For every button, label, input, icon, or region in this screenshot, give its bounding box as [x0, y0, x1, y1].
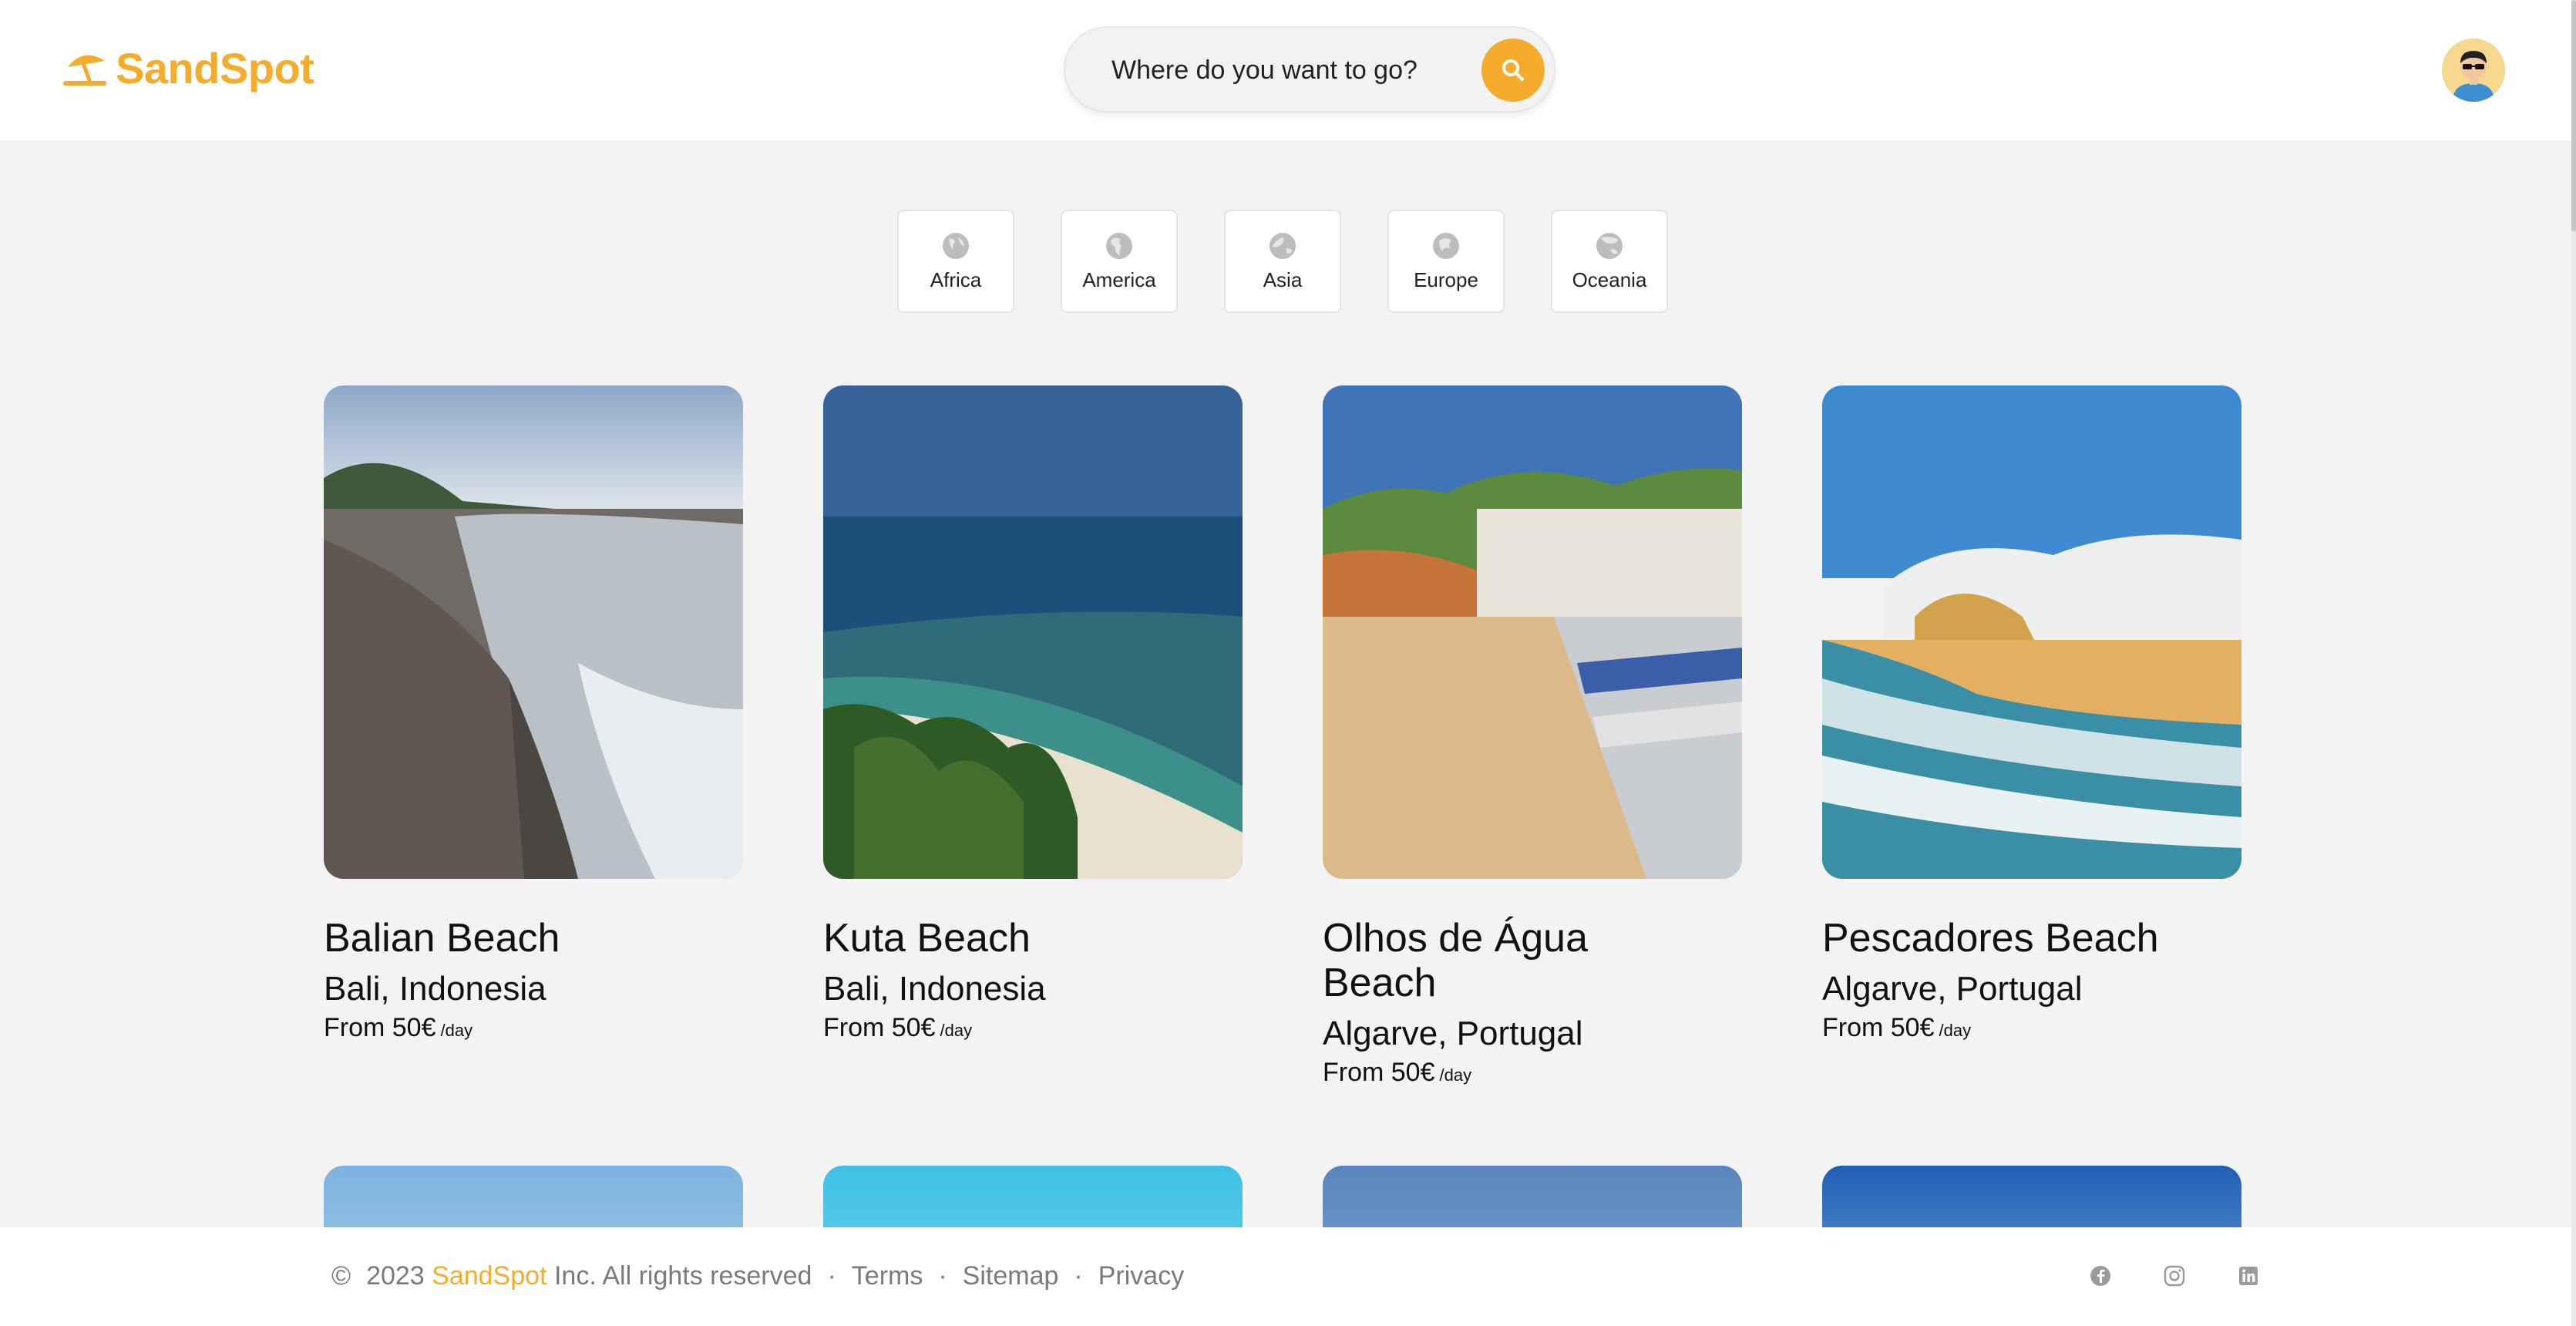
search-button[interactable]	[1481, 39, 1545, 102]
beach-grid: Balian Beach Bali, Indonesia From 50€/da…	[324, 385, 2241, 1088]
beach-price: From 50€/day	[1822, 1013, 2241, 1043]
price-unit: /day	[940, 1021, 973, 1040]
search-input[interactable]	[1110, 28, 1452, 113]
region-oceania[interactable]: Oceania	[1551, 210, 1668, 313]
beach-card[interactable]: Olhos de Água Beach Algarve, Portugal Fr…	[1323, 385, 1742, 1088]
globe-icon	[1596, 232, 1623, 259]
beach-photo[interactable]	[1323, 385, 1742, 879]
logo-text: SandSpot	[116, 44, 314, 93]
search-icon	[1502, 59, 1524, 81]
header: SandSpot	[0, 0, 2571, 140]
globe-icon	[1270, 232, 1296, 259]
copyright-year: 2023	[366, 1261, 425, 1291]
beach-card[interactable]: Kuta Beach Bali, Indonesia From 50€/day	[823, 385, 1243, 1088]
search-bar[interactable]	[1064, 26, 1555, 113]
logo[interactable]: SandSpot	[60, 43, 314, 93]
price-value: From 50€	[324, 1013, 436, 1042]
footer-link-privacy[interactable]: Privacy	[1098, 1261, 1184, 1291]
globe-icon	[1433, 232, 1459, 259]
beach-location: Algarve, Portugal	[1822, 970, 2083, 1008]
beach-image	[1323, 385, 1742, 879]
price-value: From 50€	[1822, 1013, 1935, 1042]
umbrella-icon	[63, 55, 106, 86]
region-label: Oceania	[1572, 268, 1647, 291]
beach-name: Balian Beach	[324, 916, 560, 961]
beach-card[interactable]: Pescadores Beach Algarve, Portugal From …	[1822, 385, 2241, 1088]
region-america[interactable]: America	[1061, 210, 1178, 313]
region-label: Asia	[1263, 268, 1303, 291]
instagram-icon[interactable]	[2163, 1264, 2186, 1287]
beach-card[interactable]: Balian Beach Bali, Indonesia From 50€/da…	[324, 385, 743, 1088]
region-asia[interactable]: Asia	[1224, 210, 1341, 313]
region-europe[interactable]: Europe	[1387, 210, 1505, 313]
region-filters: Africa America Asia Europe Oceania	[897, 210, 1668, 313]
beach-image	[1822, 385, 2241, 879]
footer: © 2023 SandSpot Inc. All rights reserved…	[0, 1227, 2571, 1326]
footer-brand[interactable]: SandSpot	[432, 1261, 546, 1291]
footer-info: © 2023 SandSpot Inc. All rights reserved…	[331, 1261, 1184, 1291]
beach-photo[interactable]	[1822, 385, 2241, 879]
footer-link-terms[interactable]: Terms	[852, 1261, 923, 1291]
linkedin-icon[interactable]	[2237, 1264, 2260, 1287]
beach-name: Pescadores Beach	[1822, 916, 2159, 961]
beach-price: From 50€/day	[324, 1013, 743, 1043]
price-value: From 50€	[823, 1013, 936, 1042]
copyright-text: 2023 SandSpot Inc. All rights reserved	[366, 1261, 812, 1291]
beach-name: Kuta Beach	[823, 916, 1031, 961]
scrollbar-thumb[interactable]	[2571, 0, 2576, 231]
user-avatar-icon	[2442, 39, 2505, 102]
beach-photo[interactable]	[324, 385, 743, 879]
separator: ·	[1074, 1261, 1083, 1291]
facebook-icon[interactable]	[2089, 1264, 2112, 1287]
region-label: Europe	[1414, 268, 1478, 291]
globe-icon	[943, 232, 969, 259]
price-unit: /day	[440, 1021, 473, 1040]
price-value: From 50€	[1323, 1058, 1435, 1087]
beach-name: Olhos de Água Beach	[1323, 916, 1589, 1005]
price-unit: /day	[1939, 1021, 1972, 1040]
beach-photo[interactable]	[823, 385, 1243, 879]
rights-text: Inc. All rights reserved	[553, 1261, 812, 1291]
separator: ·	[827, 1261, 836, 1291]
beach-image	[324, 385, 743, 879]
separator: ·	[938, 1261, 947, 1291]
copyright-symbol: ©	[331, 1261, 351, 1291]
globe-icon	[1106, 232, 1132, 259]
avatar[interactable]	[2442, 39, 2505, 102]
beach-price: From 50€/day	[1323, 1058, 1742, 1088]
beach-image	[823, 385, 1243, 879]
region-label: America	[1082, 268, 1156, 291]
beach-location: Bali, Indonesia	[823, 970, 1046, 1008]
beach-location: Algarve, Portugal	[1323, 1015, 1583, 1052]
beach-location: Bali, Indonesia	[324, 970, 546, 1008]
beach-price: From 50€/day	[823, 1013, 1243, 1043]
price-unit: /day	[1439, 1065, 1472, 1085]
footer-link-sitemap[interactable]: Sitemap	[963, 1261, 1059, 1291]
region-label: Africa	[930, 268, 982, 291]
region-africa[interactable]: Africa	[897, 210, 1014, 313]
